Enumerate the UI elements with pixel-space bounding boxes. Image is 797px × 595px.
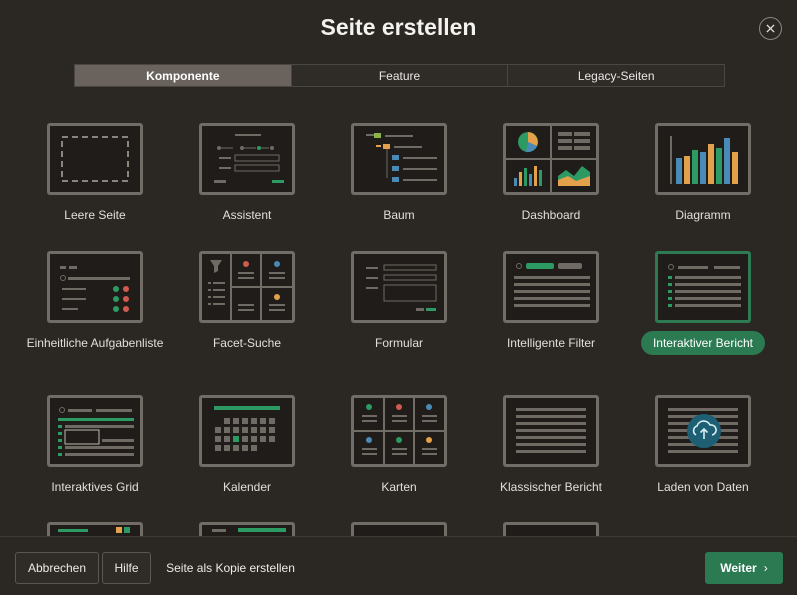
classic-report-icon [503,395,599,467]
cancel-button[interactable]: Abbrechen [15,552,99,584]
cards-icon [351,395,447,467]
task-list-icon [47,251,143,323]
tile-label: Interaktives Grid [51,480,139,494]
interactive-report-icon [655,251,751,323]
tile-label: Leere Seite [64,208,126,222]
interactive-grid-icon [47,395,143,467]
wizard-icon [199,123,295,195]
tab-komponente[interactable]: Komponente [75,65,292,86]
tile-dashboard[interactable]: Dashboard [475,123,627,223]
tile-karten[interactable]: Karten [323,395,475,495]
tile-laden-von-daten[interactable]: Laden von Daten [627,395,779,495]
blank-page-icon [47,123,143,195]
tile-interaktiver-bericht[interactable]: Interaktiver Bericht [627,251,779,355]
tree-icon [351,123,447,195]
next-button[interactable]: Weiter › [705,552,783,584]
tile-diagramm[interactable]: Diagramm [627,123,779,223]
tile-label: Einheitliche Aufgabenliste [26,336,164,350]
facet-search-icon [199,251,295,323]
tile-intelligente-filter[interactable]: Intelligente Filter [475,251,627,351]
tab-feature[interactable]: Feature [291,65,509,86]
tile-formular[interactable]: Formular [323,251,475,351]
tile-label: Dashboard [521,208,581,222]
tile-label: Baum [383,208,415,222]
tile-klassischer-bericht[interactable]: Klassischer Bericht [475,395,627,495]
tile-label: Kalender [222,480,272,494]
tile-label: Assistent [222,208,272,222]
tile-kalender[interactable]: Kalender [171,395,323,495]
tile-label: Formular [374,336,423,350]
form-icon [351,251,447,323]
tile-label: Karten [381,480,417,494]
tile-baum[interactable]: Baum [323,123,475,223]
tile-label: Laden von Daten [657,480,749,494]
tile-leere-seite[interactable]: Leere Seite [19,123,171,223]
create-copy-button[interactable]: Seite als Kopie erstellen [158,552,303,584]
dashboard-icon [503,123,599,195]
chevron-right-icon: › [763,561,768,575]
close-button[interactable] [759,17,782,40]
tile-facet-suche[interactable]: Facet-Suche [171,251,323,351]
tile-label: Diagramm [675,208,731,222]
calendar-icon [199,395,295,467]
chart-icon [655,123,751,195]
tile-label: Interaktiver Bericht [640,331,766,355]
close-icon [766,24,775,33]
tile-label: Klassischer Bericht [499,480,603,494]
tab-bar: Komponente Feature Legacy-Seiten [74,64,725,87]
tile-interaktives-grid[interactable]: Interaktives Grid [19,395,171,495]
tile-label: Facet-Suche [212,336,282,350]
dialog-footer: Abbrechen Hilfe Seite als Kopie erstelle… [0,536,797,595]
smart-filter-icon [503,251,599,323]
help-button[interactable]: Hilfe [102,552,151,584]
tile-label: Intelligente Filter [506,336,596,350]
next-button-label: Weiter [720,561,757,575]
tile-assistent[interactable]: Assistent [171,123,323,223]
dialog-title: Seite erstellen [320,14,477,40]
tile-einheitliche-aufgabenliste[interactable]: Einheitliche Aufgabenliste [19,251,171,351]
tab-legacy-seiten[interactable]: Legacy-Seiten [508,65,725,86]
data-load-icon [655,395,751,467]
